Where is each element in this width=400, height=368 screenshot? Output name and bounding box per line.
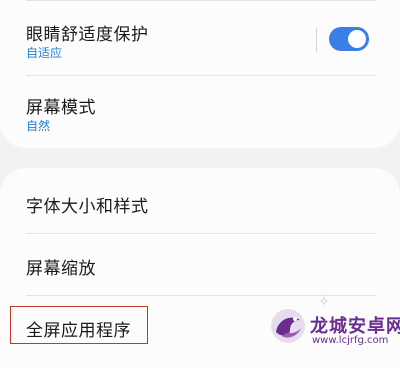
- eye-comfort-title: 眼睛舒适度保护: [26, 25, 149, 45]
- watermark-url: www.lcjrfg.com: [312, 335, 389, 346]
- toggle-knob: [348, 30, 366, 48]
- font-size-style-row[interactable]: 字体大小和样式: [0, 172, 400, 232]
- watermark: 龙城安卓网 www.lcjrfg.com: [268, 306, 400, 350]
- highlight-annotation-box: [10, 306, 148, 344]
- screen-mode-row[interactable]: 屏幕模式 自然: [0, 76, 400, 148]
- watermark-logo-icon: [271, 309, 305, 343]
- toggle-separator: [316, 28, 317, 52]
- eye-comfort-subtitle: 自适应: [26, 46, 63, 60]
- screen-mode-title: 屏幕模式: [26, 98, 96, 118]
- screen-mode-subtitle: 自然: [26, 119, 51, 133]
- font-size-style-title: 字体大小和样式: [26, 197, 149, 217]
- eye-comfort-toggle[interactable]: [329, 27, 369, 51]
- eye-comfort-row[interactable]: 眼睛舒适度保护 自适应: [0, 0, 400, 80]
- screen-zoom-title: 屏幕缩放: [26, 259, 96, 279]
- screen-zoom-row[interactable]: 屏幕缩放: [0, 234, 400, 294]
